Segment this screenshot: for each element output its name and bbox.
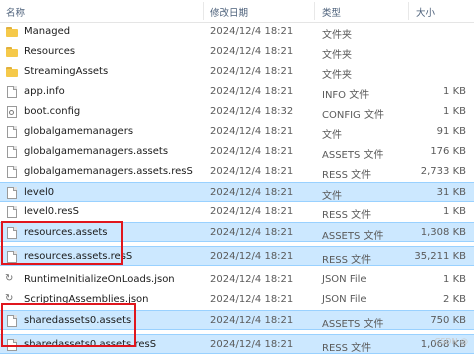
file-icon <box>7 166 17 178</box>
file-date: 2024/12/4 18:21 <box>210 206 294 217</box>
file-row[interactable]: boot.config 2024/12/4 18:32 CONFIG 文件 1 KB <box>0 102 474 122</box>
file-name: globalgamemanagers.assets <box>24 146 169 157</box>
file-date: 2024/12/4 18:21 <box>210 26 294 37</box>
file-date: 2024/12/4 18:21 <box>210 187 294 198</box>
file-row[interactable]: StreamingAssets 2024/12/4 18:21 文件夹 <box>0 62 474 82</box>
file-size: 1,308 KB <box>420 227 466 238</box>
file-icon <box>7 187 17 199</box>
column-divider[interactable] <box>408 2 409 20</box>
file-date: 2024/12/4 18:21 <box>210 126 294 137</box>
file-type: ASSETS 文件 <box>322 231 384 242</box>
file-row[interactable]: Resources 2024/12/4 18:21 文件夹 <box>0 42 474 62</box>
file-row[interactable]: globalgamemanagers 2024/12/4 18:21 文件 91 KB <box>0 122 474 142</box>
file-icon <box>7 86 17 98</box>
column-header-size[interactable]: 大小 <box>416 5 435 19</box>
file-size: 750 KB <box>430 315 466 326</box>
column-header-bar: 名称 修改日期 类型 大小 <box>0 0 474 23</box>
file-size: 176 KB <box>430 146 466 157</box>
file-size: 2,733 KB <box>420 166 466 177</box>
file-type: ASSETS 文件 <box>322 150 384 161</box>
file-date: 2024/12/4 18:21 <box>210 146 294 157</box>
file-icon <box>7 206 17 218</box>
file-name: Resources <box>24 46 76 57</box>
column-divider[interactable] <box>203 2 204 20</box>
file-type: RESS 文件 <box>322 210 372 221</box>
file-type: JSON File <box>322 274 367 285</box>
file-type: RESS 文件 <box>322 255 372 266</box>
file-name: RuntimeInitializeOnLoads.json <box>24 274 175 285</box>
file-date: 2024/12/4 18:21 <box>210 166 294 177</box>
file-type: JSON File <box>322 294 367 305</box>
file-name: level0.resS <box>24 206 79 217</box>
file-row[interactable]: level0.resS 2024/12/4 18:21 RESS 文件 1 KB <box>0 202 474 222</box>
file-size: 1 KB <box>443 274 466 285</box>
file-type: 文件夹 <box>322 50 352 61</box>
file-type: ASSETS 文件 <box>322 319 384 330</box>
file-icon <box>7 146 17 158</box>
file-size: 1 KB <box>443 206 466 217</box>
file-type: 文件 <box>322 130 342 141</box>
file-type: 文件夹 <box>322 70 352 81</box>
file-size: 2 KB <box>443 294 466 305</box>
file-name: boot.config <box>24 106 81 117</box>
folder-icon <box>6 66 18 78</box>
file-icon <box>7 126 17 138</box>
file-name: globalgamemanagers <box>24 126 134 137</box>
column-divider[interactable] <box>314 2 315 20</box>
config-file-icon <box>7 106 17 118</box>
highlight-box-sharedassets <box>1 303 136 347</box>
file-row[interactable]: ↻ RuntimeInitializeOnLoads.json 2024/12/4 … <box>0 270 474 290</box>
json-file-icon: ↻ <box>5 273 14 284</box>
file-date: 2024/12/4 18:21 <box>210 339 294 350</box>
file-date: 2024/12/4 18:32 <box>210 106 294 117</box>
file-date: 2024/12/4 18:21 <box>210 315 294 326</box>
folder-icon <box>6 46 18 58</box>
file-name: globalgamemanagers.assets.resS <box>24 166 193 177</box>
file-date: 2024/12/4 18:21 <box>210 46 294 57</box>
file-date: 2024/12/4 18:21 <box>210 251 294 262</box>
folder-icon <box>6 26 18 38</box>
column-header-type[interactable]: 类型 <box>322 5 341 19</box>
file-row[interactable]: globalgamemanagers.assets.resS 2024/12/4 … <box>0 162 474 182</box>
file-type: RESS 文件 <box>322 343 372 354</box>
file-size: 31 KB <box>436 187 466 198</box>
file-date: 2024/12/4 18:21 <box>210 66 294 77</box>
file-date: 2024/12/4 18:21 <box>210 86 294 97</box>
file-type: INFO 文件 <box>322 90 370 101</box>
file-name: level0 <box>24 187 55 198</box>
file-date: 2024/12/4 18:21 <box>210 227 294 238</box>
file-size: 91 KB <box>436 126 466 137</box>
file-size: 35,211 KB <box>414 251 466 262</box>
file-size: 1 KB <box>443 86 466 97</box>
file-row[interactable]: Managed 2024/12/4 18:21 文件夹 <box>0 22 474 42</box>
highlight-box-resources <box>1 221 123 265</box>
file-row[interactable]: app.info 2024/12/4 18:21 INFO 文件 1 KB <box>0 82 474 102</box>
file-name: Managed <box>24 26 71 37</box>
file-type: 文件夹 <box>322 30 352 41</box>
file-type: 文件 <box>322 191 342 202</box>
file-row[interactable]: level0 2024/12/4 18:21 文件 31 KB <box>0 182 474 202</box>
watermark-text: CSDN @ <box>434 337 468 346</box>
file-size: 1 KB <box>443 106 466 117</box>
column-header-name[interactable]: 名称 <box>6 5 25 19</box>
file-row[interactable]: globalgamemanagers.assets 2024/12/4 18:21… <box>0 142 474 162</box>
file-date: 2024/12/4 18:21 <box>210 294 294 305</box>
file-type: RESS 文件 <box>322 170 372 181</box>
file-type: CONFIG 文件 <box>322 110 384 121</box>
file-name: app.info <box>24 86 65 97</box>
file-name: StreamingAssets <box>24 66 109 77</box>
column-header-date[interactable]: 修改日期 <box>210 5 248 19</box>
file-date: 2024/12/4 18:21 <box>210 274 294 285</box>
